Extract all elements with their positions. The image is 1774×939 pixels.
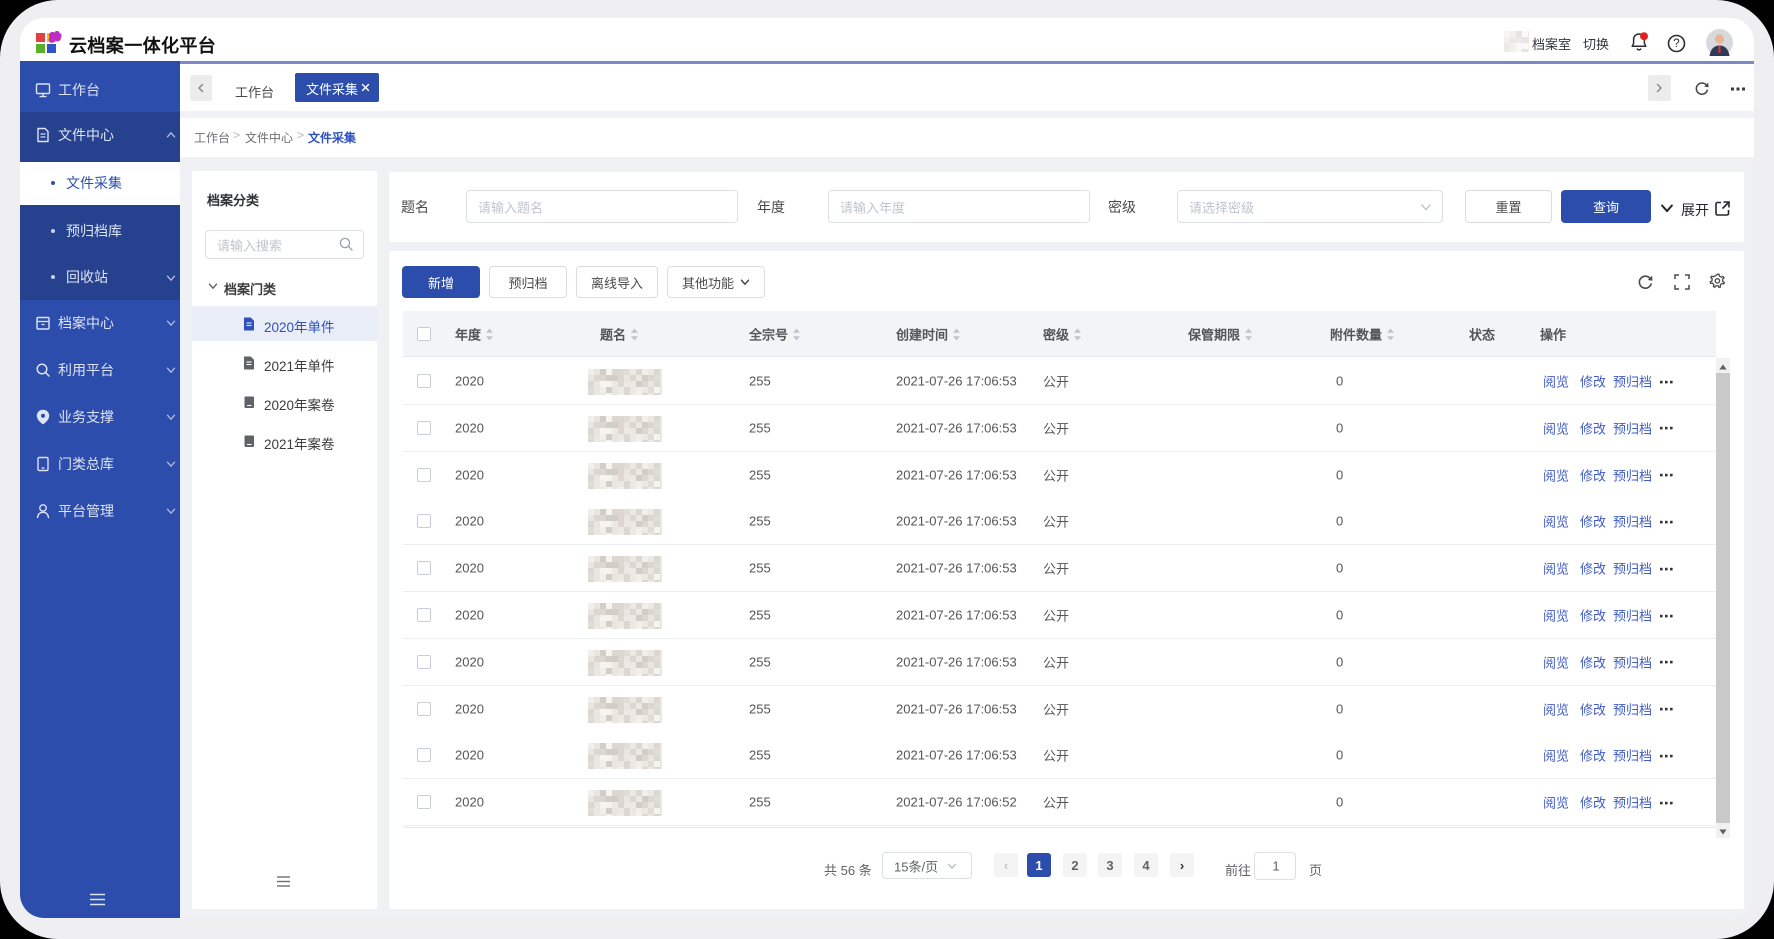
svg-text:?: ? bbox=[1673, 38, 1679, 50]
